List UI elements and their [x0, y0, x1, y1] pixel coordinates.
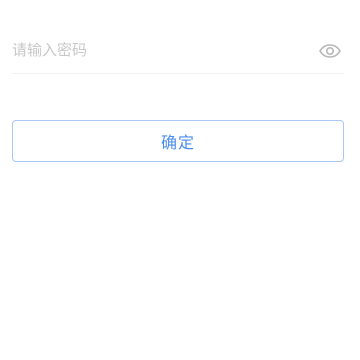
confirm-button[interactable]: 确定: [12, 120, 344, 162]
password-field-row: [12, 28, 344, 74]
password-input[interactable]: [12, 38, 292, 62]
password-screen: 确定: [0, 0, 360, 360]
eye-icon[interactable]: [318, 41, 342, 61]
